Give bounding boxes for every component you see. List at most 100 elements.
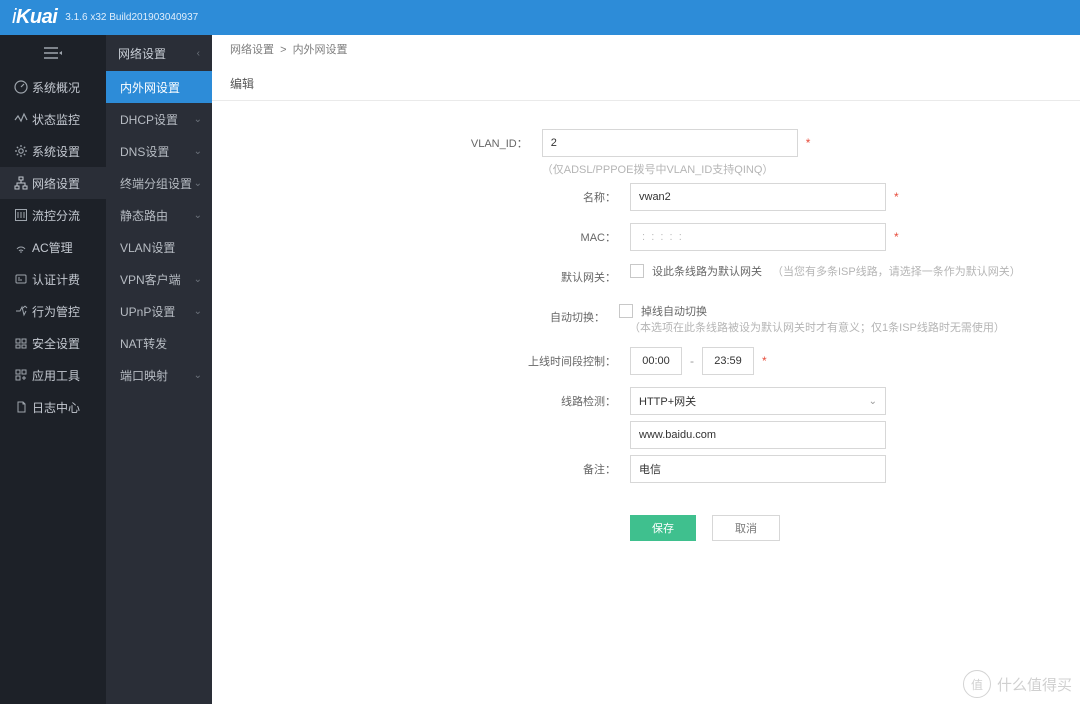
- name-input[interactable]: [630, 183, 886, 211]
- autoswitch-checkbox-label: 掉线自动切换: [641, 303, 707, 319]
- sub-item-group[interactable]: 终端分组设置 ⌄: [106, 167, 212, 199]
- vlan-id-label: VLAN_ID：: [212, 129, 542, 151]
- sidebar-main: 系统概况 状态监控 系统设置 网络设置 流控分流 AC管理 认证计费 行为管控: [0, 35, 106, 704]
- sidebar-item-label: 流控分流: [32, 207, 80, 224]
- sidebar-item-network[interactable]: 网络设置: [0, 167, 106, 199]
- sub-sidebar-title: 网络设置: [118, 45, 166, 62]
- gateway-checkbox[interactable]: [630, 264, 644, 278]
- required-marker: *: [894, 190, 899, 204]
- sub-item-label: DNS设置: [120, 143, 169, 160]
- gateway-checkbox-label: 设此条线路为默认网关: [652, 263, 762, 279]
- main-content: 网络设置 > 内外网设置 编辑 VLAN_ID： * （仅ADSL/PPPOE拨…: [212, 35, 1080, 704]
- sidebar-item-label: 状态监控: [32, 111, 80, 128]
- remark-input[interactable]: [630, 455, 886, 483]
- chevron-down-icon: ⌄: [194, 210, 202, 221]
- sub-item-upnp[interactable]: UPnP设置 ⌄: [106, 295, 212, 327]
- flow-icon: [10, 208, 32, 222]
- log-icon: [10, 400, 32, 414]
- sidebar-item-auth[interactable]: 认证计费: [0, 263, 106, 295]
- sidebar-item-label: 系统设置: [32, 143, 80, 160]
- chevron-down-icon: ⌄: [869, 396, 877, 407]
- gateway-hint: （当您有多条ISP线路，请选择一条作为默认网关）: [772, 263, 1021, 279]
- sidebar-item-overview[interactable]: 系统概况: [0, 71, 106, 103]
- sub-item-label: 内外网设置: [120, 79, 180, 96]
- sidebar-item-label: 应用工具: [32, 367, 80, 384]
- mac-label: MAC：: [212, 223, 630, 245]
- sub-item-vlan[interactable]: VLAN设置: [106, 231, 212, 263]
- sidebar-item-label: 网络设置: [32, 175, 80, 192]
- gear-icon: [10, 144, 32, 158]
- page-title: 编辑: [212, 61, 1080, 101]
- onlinetime-label: 上线时间段控制：: [212, 347, 630, 369]
- sidebar-item-monitor[interactable]: 状态监控: [0, 103, 106, 135]
- sidebar-item-ac[interactable]: AC管理: [0, 231, 106, 263]
- required-marker: *: [762, 354, 767, 368]
- watermark-badge: 值: [963, 670, 991, 698]
- monitor-icon: [10, 112, 32, 126]
- sidebar-item-security[interactable]: 安全设置: [0, 327, 106, 359]
- watermark: 值 什么值得买: [963, 670, 1072, 698]
- watermark-text: 什么值得买: [997, 674, 1072, 695]
- autoswitch-checkbox[interactable]: [619, 304, 633, 318]
- sidebar-item-tools[interactable]: 应用工具: [0, 359, 106, 391]
- sub-item-portmap[interactable]: 端口映射 ⌄: [106, 359, 212, 391]
- security-icon: [10, 336, 32, 350]
- sub-item-label: 端口映射: [120, 367, 168, 384]
- app-header: iKuai 3.1.6 x32 Build201903040937: [0, 0, 1080, 35]
- tools-icon: [10, 368, 32, 382]
- chevron-down-icon: ⌄: [194, 146, 202, 157]
- chevron-down-icon: ⌄: [194, 306, 202, 317]
- sidebar-item-label: AC管理: [32, 239, 73, 256]
- edit-form: VLAN_ID： * （仅ADSL/PPPOE拨号中VLAN_ID支持QINQ）…: [212, 101, 1080, 541]
- breadcrumb: 网络设置 > 内外网设置: [212, 35, 1080, 61]
- sub-item-static-route[interactable]: 静态路由 ⌄: [106, 199, 212, 231]
- breadcrumb-parent[interactable]: 网络设置: [230, 44, 274, 56]
- sub-item-vpn[interactable]: VPN客户端 ⌄: [106, 263, 212, 295]
- name-label: 名称：: [212, 183, 630, 205]
- sidebar-sub: 网络设置 ‹ 内外网设置 DHCP设置 ⌄ DNS设置 ⌄ 终端分组设置 ⌄ 静…: [106, 35, 212, 704]
- save-button[interactable]: 保存: [630, 515, 696, 541]
- time-separator: -: [690, 354, 694, 368]
- sub-item-label: VPN客户端: [120, 271, 181, 288]
- time-end-input[interactable]: [702, 347, 754, 375]
- breadcrumb-current: 内外网设置: [293, 44, 348, 56]
- time-start-input[interactable]: [630, 347, 682, 375]
- chevron-down-icon: ⌄: [194, 178, 202, 189]
- sub-item-label: NAT转发: [120, 335, 167, 352]
- autoswitch-label: 自动切换：: [212, 303, 619, 325]
- sidebar-item-label: 系统概况: [32, 79, 80, 96]
- sidebar-item-flow[interactable]: 流控分流: [0, 199, 106, 231]
- sidebar-item-behavior[interactable]: 行为管控: [0, 295, 106, 327]
- sub-item-label: 静态路由: [120, 207, 168, 224]
- required-marker: *: [806, 136, 811, 150]
- brand-logo: iKuai: [12, 6, 57, 29]
- mac-input[interactable]: [630, 223, 886, 251]
- sidebar-item-label: 日志中心: [32, 399, 80, 416]
- gateway-label: 默认网关：: [212, 263, 630, 285]
- linkcheck-url-input[interactable]: [630, 421, 886, 449]
- sub-item-wanlan[interactable]: 内外网设置: [106, 71, 212, 103]
- required-marker: *: [894, 230, 899, 244]
- dashboard-icon: [10, 80, 32, 94]
- sub-item-label: UPnP设置: [120, 303, 175, 320]
- linkcheck-label: 线路检测：: [212, 387, 630, 409]
- vlan-id-hint: （仅ADSL/PPPOE拨号中VLAN_ID支持QINQ）: [542, 161, 962, 177]
- sub-item-label: 终端分组设置: [120, 175, 192, 192]
- sidebar-item-label: 行为管控: [32, 303, 80, 320]
- sidebar-item-label: 认证计费: [32, 271, 80, 288]
- cancel-button[interactable]: 取消: [712, 515, 780, 541]
- sidebar-toggle[interactable]: [0, 35, 106, 71]
- sidebar-item-system[interactable]: 系统设置: [0, 135, 106, 167]
- vlan-id-input[interactable]: [542, 129, 798, 157]
- linkcheck-select[interactable]: HTTP+网关 ⌄: [630, 387, 886, 415]
- sub-item-label: VLAN设置: [120, 239, 175, 256]
- network-icon: [10, 176, 32, 190]
- sidebar-item-log[interactable]: 日志中心: [0, 391, 106, 423]
- sub-sidebar-header[interactable]: 网络设置 ‹: [106, 35, 212, 71]
- ac-icon: [10, 240, 32, 254]
- chevron-down-icon: ⌄: [194, 274, 202, 285]
- version-text: 3.1.6 x32 Build201903040937: [65, 12, 198, 23]
- sub-item-dhcp[interactable]: DHCP设置 ⌄: [106, 103, 212, 135]
- sub-item-dns[interactable]: DNS设置 ⌄: [106, 135, 212, 167]
- sub-item-nat[interactable]: NAT转发: [106, 327, 212, 359]
